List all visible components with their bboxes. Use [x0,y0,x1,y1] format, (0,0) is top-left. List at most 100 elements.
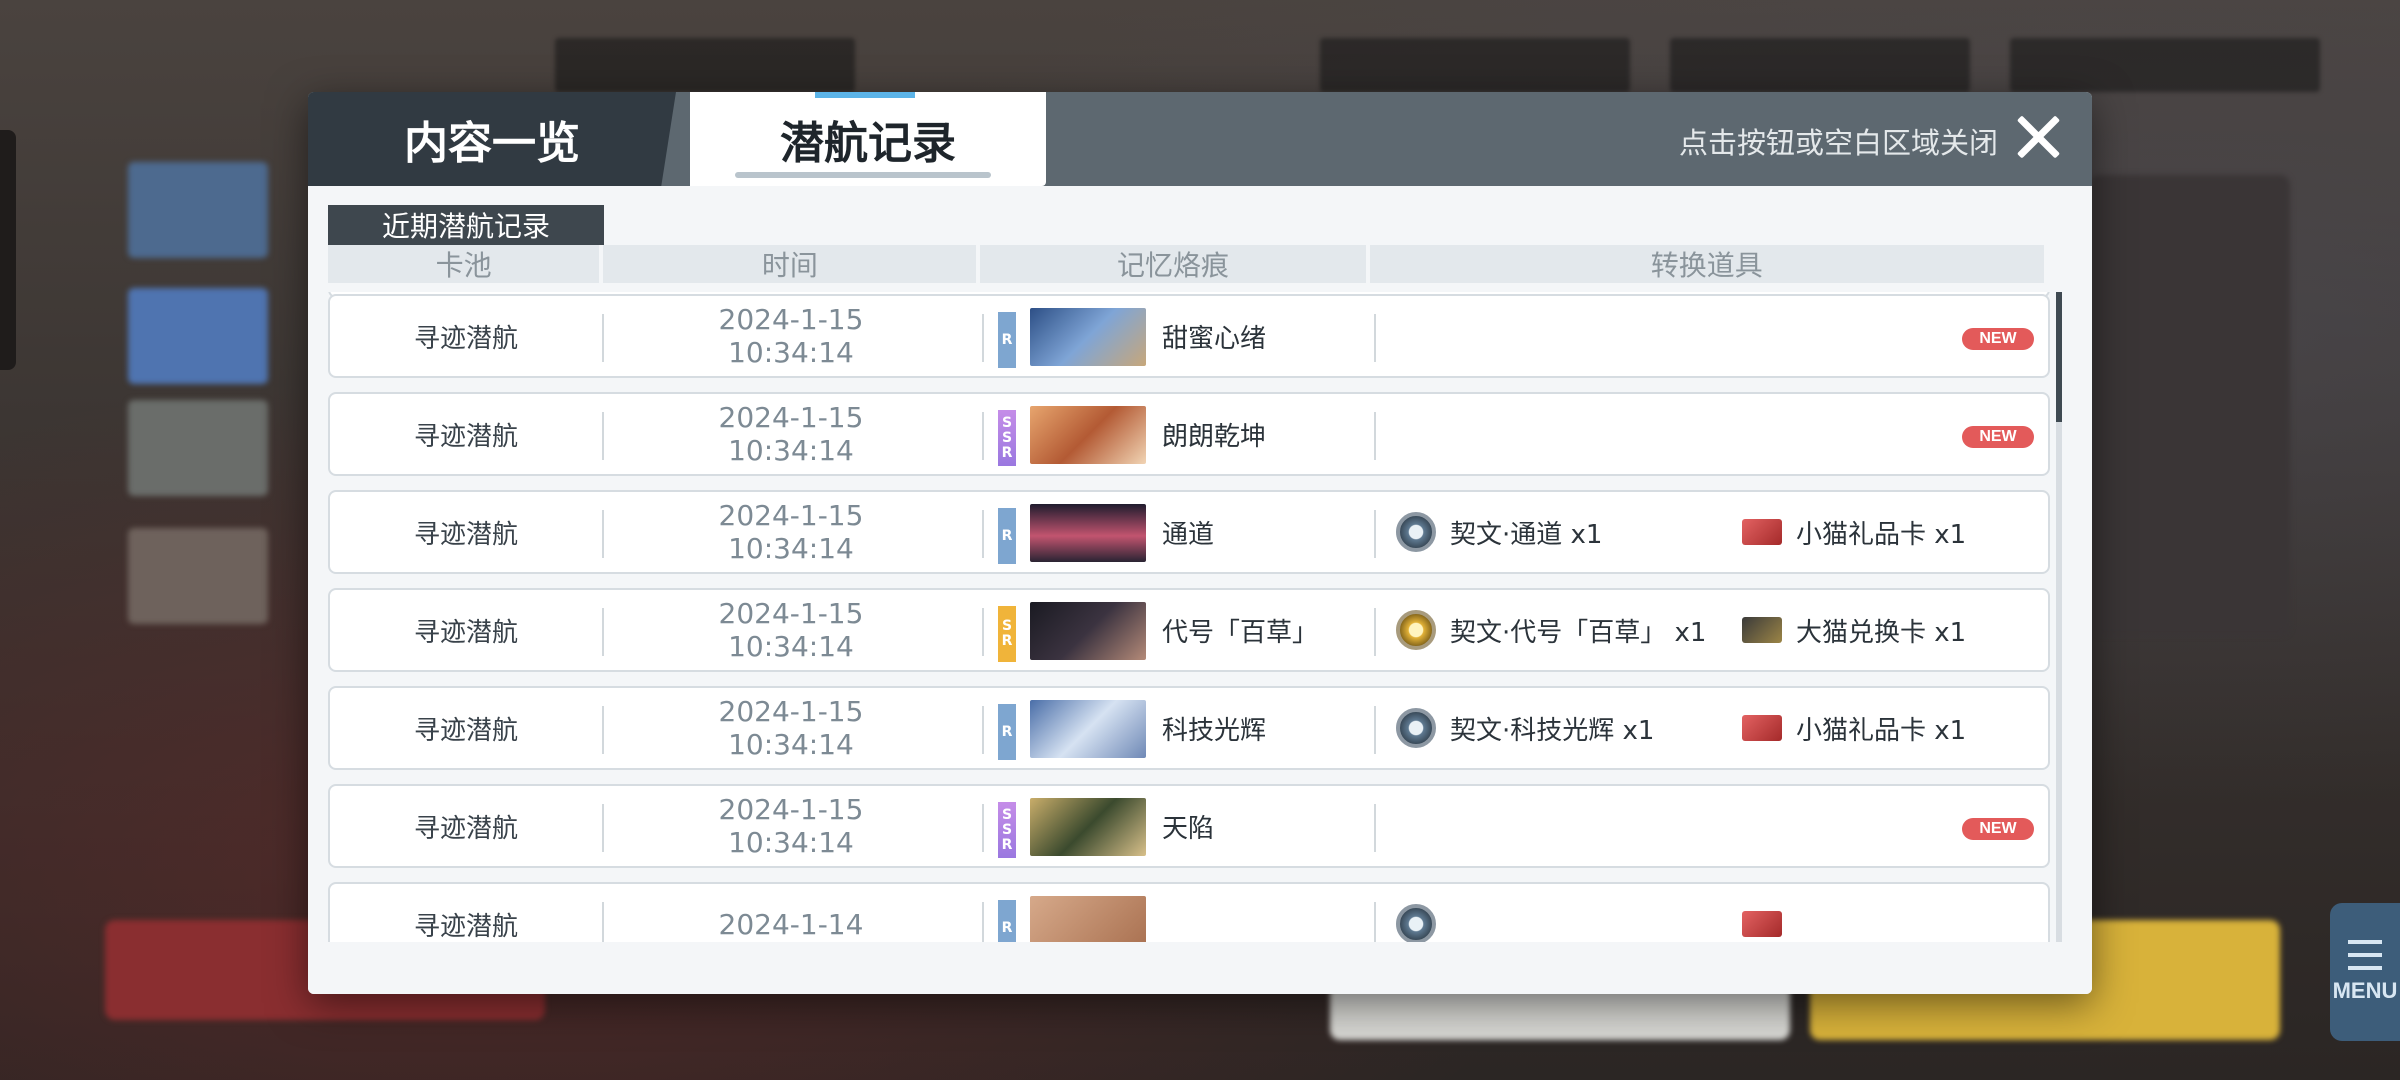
bg-resource-3 [2010,38,2320,92]
gift-card-icon [1742,911,1782,937]
row-pool: 寻迹潜航 [413,617,518,648]
memory-name: 科技光辉 [1162,715,1267,746]
converted-item-1: 契文·通道 x1 [1396,492,1602,572]
bg-character-panel [2090,175,2290,635]
tab-history[interactable]: 潜航记录 [690,92,1046,186]
rarity-letter: S [1001,821,1013,838]
rarity-badge: SR [998,606,1016,662]
divider [1374,412,1376,460]
menu-icon [2348,940,2382,970]
converted-item-1: 契文·代号「百草」 x1 [1396,590,1706,670]
rarity-badge: R [998,900,1016,942]
row-time: 2024-1-15 10:34:14 [604,394,978,474]
converted-item-2 [1742,884,1796,942]
converted-item-1: 契文·科技光辉 x1 [1396,688,1654,768]
rarity-letter: R [1001,836,1013,853]
row-clock: 10:34:14 [728,532,854,565]
divider [1374,510,1376,558]
left-edge-handle [0,130,16,370]
divider [1374,314,1376,362]
table-row: 寻迹潜航 2024-1-15 10:34:14 SR 代号「百草」 契文·代号「百… [328,588,2050,672]
table-row: 寻迹潜航 2024-1-14 R [328,882,2050,942]
bg-status-bar [555,38,855,92]
item-label: 小猫礼品卡 x1 [1796,519,1967,550]
rarity-letter: R [1001,723,1013,740]
converted-item-1 [1396,884,1450,942]
divider [982,412,984,460]
rarity-letter: S [1001,806,1013,823]
divider [982,804,984,852]
exchange-card-icon [1742,617,1782,643]
rarity-badge: R [998,312,1016,368]
memory-name: 甜蜜心绪 [1162,323,1267,354]
row-date: 2024-1-15 [718,597,864,630]
new-badge: NEW [1962,426,2034,448]
modal-footer [308,942,2092,994]
item-label: 契文·科技光辉 x1 [1450,715,1655,746]
bg-side-card [128,400,268,496]
col-header-items: 转换道具 [1369,245,2044,283]
rarity-letter: R [1001,331,1013,348]
row-date: 2024-1-15 [718,303,864,336]
contract-coin-icon [1396,610,1436,650]
memory-name: 通道 [1162,519,1215,550]
divider [1374,608,1376,656]
row-date: 2024-1-15 [718,793,864,826]
bg-resource-2 [1670,38,1970,92]
table-row: 寻迹潜航 2024-1-15 10:34:14 R 科技光辉 契文·科技光辉 x1… [328,686,2050,770]
new-badge: NEW [1962,818,2034,840]
converted-item-2: 小猫礼品卡 x1 [1742,688,1966,768]
close-icon[interactable] [2014,112,2062,160]
rarity-badge: SSR [998,410,1016,466]
table-row: 寻迹潜航 2024-1-15 10:34:14 SSR 朗朗乾坤 NEW [328,392,2050,476]
rarity-letter: R [1001,527,1013,544]
row-date: 2024-1-15 [718,401,864,434]
scrollbar-thumb[interactable] [2056,292,2062,422]
new-badge: NEW [1962,328,2034,350]
memory-thumbnail [1030,504,1146,562]
rarity-badge: R [998,704,1016,760]
history-list[interactable]: 寻迹潜航 2024-1-15 10:34:14 R 甜蜜心绪 NEW 寻迹潜航 2… [328,292,2064,942]
row-pool: 寻迹潜航 [413,421,518,452]
tab-active-accent [815,92,915,98]
memory-name: 天陷 [1162,813,1215,844]
close-hint: 点击按钮或空白区域关闭 [1678,126,1998,160]
row-clock: 10:34:14 [728,728,854,761]
tab-active-underline [735,172,991,178]
table-row: 寻迹潜航 2024-1-15 10:34:14 R 通道 契文·通道 x1 小猫礼… [328,490,2050,574]
row-pool: 寻迹潜航 [413,519,518,550]
rarity-letter: R [1001,444,1013,461]
row-time: 2024-1-15 10:34:14 [604,296,978,376]
memory-thumbnail [1030,602,1146,660]
contract-coin-icon [1396,708,1436,748]
section-label: 近期潜航记录 [328,205,604,245]
tab-history-label: 潜航记录 [780,118,956,169]
memory-thumbnail [1030,896,1146,942]
history-modal: 内容一览 潜航记录 点击按钮或空白区域关闭 近期潜航记录 卡池 时间 记忆烙痕 … [308,92,2092,994]
bg-side-card [128,528,268,624]
row-pool: 寻迹潜航 [413,715,518,746]
menu-button[interactable]: MENU [2330,903,2400,1041]
memory-thumbnail [1030,406,1146,464]
converted-item-2: 大猫兑换卡 x1 [1742,590,1966,670]
item-label: 契文·代号「百草」 x1 [1450,617,1707,648]
row-date: 2024-1-14 [718,907,864,941]
row-clock: 10:34:14 [728,630,854,663]
divider [982,902,984,942]
row-time: 2024-1-15 10:34:14 [604,786,978,866]
divider [982,510,984,558]
item-label: 大猫兑换卡 x1 [1796,617,1967,648]
table-row: 寻迹潜航 2024-1-15 10:34:14 SSR 天陷 NEW [328,784,2050,868]
table-row: 寻迹潜航 2024-1-15 10:34:14 R 甜蜜心绪 NEW [328,294,2050,378]
rarity-letter: S [1001,429,1013,446]
gift-card-icon [1742,715,1782,741]
bg-side-card [128,288,268,384]
col-header-memory: 记忆烙痕 [980,245,1366,283]
row-pool: 寻迹潜航 [413,911,518,942]
contract-coin-icon [1396,904,1436,942]
converted-item-2: 小猫礼品卡 x1 [1742,492,1966,572]
item-label: 小猫礼品卡 x1 [1796,715,1967,746]
tab-overview[interactable]: 内容一览 [308,92,676,186]
divider [1374,902,1376,942]
col-header-pool: 卡池 [328,245,600,283]
